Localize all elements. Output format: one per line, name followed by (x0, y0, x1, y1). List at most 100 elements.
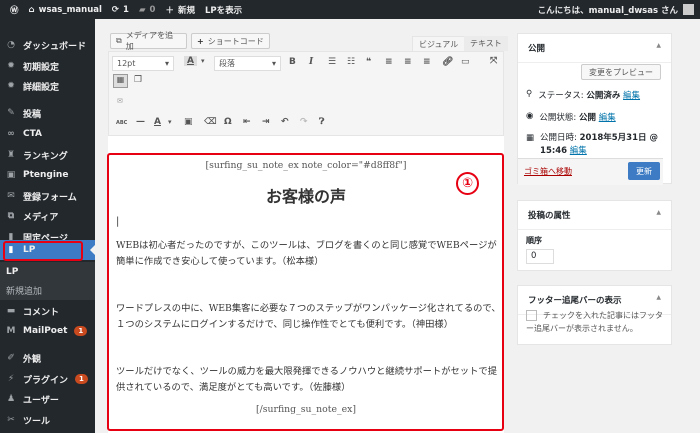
lp-submenu: LP 新規追加 (0, 262, 95, 300)
plus-icon: ＋ (165, 5, 174, 16)
user-icon: ♟ (6, 394, 16, 404)
edit-visibility-link[interactable]: 編集 (599, 113, 616, 123)
order-input[interactable]: 0 (526, 249, 554, 264)
admin-sidebar: LP 新規追加 ◔ ダッシュボード ✹ 初期設定 ✹ 詳細設定 ✎ 投稿 ∞ CTA ♜ ランキング ▣ Pt… (0, 19, 95, 433)
shortcode-button[interactable]: + ショートコード (191, 33, 270, 49)
mail-icon: ✉ (7, 191, 15, 201)
ranking-icon: ♜ (6, 150, 16, 160)
blockquote-icon[interactable]: ❝ (366, 57, 371, 67)
italic-icon[interactable]: I (309, 57, 313, 67)
undo-icon[interactable]: ↶ (281, 117, 289, 127)
collapse-icon[interactable]: ▲ (656, 209, 661, 216)
format-select[interactable]: 段落 ▾ (214, 56, 281, 71)
gear-icon: ✹ (7, 81, 15, 91)
bullet-list-icon[interactable]: ☰ (328, 57, 336, 67)
update-button[interactable]: 更新 (628, 162, 660, 180)
refresh-icon: ⟳ (111, 4, 120, 15)
publish-box: 公開 ▲ 変更をプレビュー ⚲ ステータス: 公開済み 編集 ◉ 公開状態: 公開 編… (517, 33, 672, 185)
mail-icon[interactable]: ✉ (117, 97, 123, 105)
sidebar-item[interactable]: ▣ Ptengine (0, 165, 95, 185)
tab-text[interactable]: テキスト (464, 36, 508, 51)
home-icon: ⌂ (28, 4, 35, 15)
media-icon: ⧉ (7, 211, 15, 221)
sidebar-item[interactable]: ✹ 詳細設定 (0, 76, 95, 96)
new-link[interactable]: ＋新規 (165, 4, 195, 16)
comments-link[interactable]: ▰ 0 (139, 5, 155, 15)
sidebar-item[interactable]: ⚡ プラグイン 1 (0, 369, 95, 389)
add-media-button[interactable]: ⧉ メディアを追加 (110, 31, 187, 51)
media-icon: ⧉ (116, 36, 122, 45)
plus-icon: + (197, 36, 204, 46)
sidebar-item[interactable]: ▬ コメント (0, 301, 95, 321)
edit-status-link[interactable]: 編集 (623, 91, 640, 101)
sidebar-item[interactable]: ⧉ メディア (0, 206, 95, 226)
align-left-icon[interactable]: ≡ (385, 57, 393, 67)
sidebar-item[interactable]: ♜ ランキング (0, 145, 95, 165)
bold-icon[interactable]: B (289, 57, 296, 67)
text-color-button[interactable]: A (184, 56, 197, 66)
clear-format-icon[interactable]: ⌫ (204, 117, 217, 127)
font-size-select[interactable]: 12pt ▾ (112, 56, 174, 71)
copy-icon[interactable]: ❐ (134, 75, 142, 85)
plugin-icon: ⚡ (7, 374, 15, 384)
sidebar-item[interactable]: ✎ 投稿 (0, 103, 95, 123)
dropdown-arrow-icon[interactable]: ▾ (168, 118, 172, 126)
attributes-box: 投稿の属性 ▲ 順序 0 (517, 200, 672, 271)
tab-visual[interactable]: ビジュアル (412, 36, 466, 51)
special-char-icon[interactable]: Ω (224, 117, 232, 127)
help-icon[interactable]: ❓︎ (319, 117, 324, 127)
wordpress-logo-icon[interactable]: Ⓦ (10, 4, 19, 16)
ptengine-icon: ▣ (6, 170, 16, 180)
submenu-item[interactable]: 新規追加 (0, 281, 95, 300)
redo-icon[interactable]: ↷ (300, 117, 308, 127)
edit-date-link[interactable]: 編集 (570, 146, 587, 156)
sidebar-item[interactable]: ✐ 外観 (0, 348, 95, 368)
strikethrough-icon[interactable]: ABC (116, 120, 127, 126)
calendar-icon: ▦ (526, 133, 535, 143)
collapse-icon[interactable]: ▲ (656, 42, 661, 49)
editor-toolbar: 12pt ▾ A ▾ 段落 ▾ B I ☰ ☷ ❝ ≡ ≡ ≡ 🔗︎ ▭ ⤧ ▦ ❐… (108, 51, 504, 136)
toolbar-toggle-icon[interactable]: ▦ (113, 74, 128, 88)
link-icon[interactable]: 🔗︎ (442, 57, 453, 67)
sidebar-item[interactable]: ✂ ツール (0, 410, 95, 430)
sidebar-item[interactable]: ✉ 登録フォーム (0, 186, 95, 206)
outdent-icon[interactable]: ⇤ (243, 117, 251, 127)
numbered-list-icon[interactable]: ☷ (347, 57, 355, 67)
notification-badge: 1 (74, 326, 88, 336)
account-menu[interactable]: こんにちは、manual_dwsas さん (538, 4, 694, 16)
comment-icon: ▰ (138, 4, 146, 15)
view-lp-link[interactable]: LPを表示 (205, 4, 242, 16)
sidebar-item[interactable]: M MailPoet 1 (0, 321, 95, 341)
align-center-icon[interactable]: ≡ (404, 57, 412, 67)
avatar (683, 4, 694, 15)
highlight-box (107, 153, 504, 431)
eye-icon: ◉ (526, 111, 534, 121)
publish-title: 公開 (528, 44, 546, 54)
sidebar-item[interactable]: ♟ ユーザー (0, 389, 95, 409)
fullscreen-icon[interactable]: ⤧ (490, 56, 497, 66)
text-color-icon[interactable]: A (154, 117, 161, 127)
sidebar-item[interactable]: ✹ 初期設定 (0, 56, 95, 76)
pin-icon: ✎ (7, 108, 15, 118)
notification-badge: 1 (75, 374, 88, 384)
brush-icon: ✐ (7, 353, 15, 363)
gear-icon: ✹ (7, 61, 15, 71)
annotation-number: ① (456, 172, 479, 195)
pin-icon: ⚲ (526, 89, 533, 99)
indent-icon[interactable]: ⇥ (262, 117, 270, 127)
submenu-item[interactable]: LP (0, 262, 95, 281)
dropdown-arrow-icon[interactable]: ▾ (201, 57, 205, 65)
dropdown-arrow-icon: ▾ (164, 59, 169, 68)
trash-link[interactable]: ゴミ箱へ移動 (524, 166, 572, 177)
site-link[interactable]: ⌂ wsas_manual (29, 5, 102, 15)
sidebar-item[interactable]: ∞ CTA (0, 124, 95, 144)
paste-text-icon[interactable]: ▣ (184, 117, 193, 127)
comment-icon: ▬ (6, 306, 16, 316)
preview-button[interactable]: 変更をプレビュー (581, 64, 661, 80)
sidebar-item[interactable]: ◔ ダッシュボード (0, 35, 95, 55)
align-right-icon[interactable]: ≡ (423, 57, 431, 67)
updates-link[interactable]: ⟳ 1 (112, 5, 129, 15)
collapse-icon[interactable]: ▲ (656, 294, 661, 301)
read-more-icon[interactable]: ▭ (461, 57, 470, 67)
horizontal-line-icon[interactable]: — (136, 117, 145, 127)
